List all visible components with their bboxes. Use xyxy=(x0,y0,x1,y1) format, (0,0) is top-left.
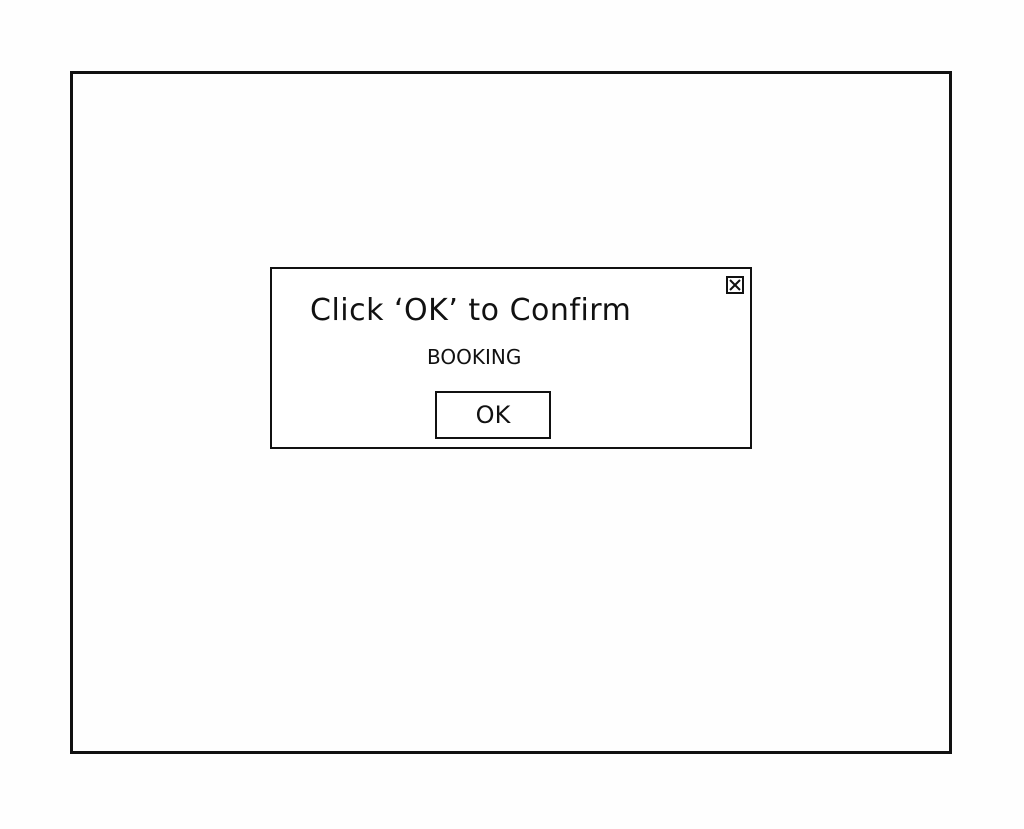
close-button[interactable] xyxy=(726,276,744,294)
ok-button[interactable]: OK xyxy=(435,391,551,439)
confirm-dialog: Click ‘OK’ to Confirm Booking OK xyxy=(270,267,752,449)
dialog-message-subtext: Booking xyxy=(427,345,522,369)
close-icon xyxy=(729,279,741,291)
sketch-paper: Click ‘OK’ to Confirm Booking OK xyxy=(0,0,1024,829)
ok-button-label: OK xyxy=(475,401,511,429)
dialog-message: Click ‘OK’ to Confirm xyxy=(310,293,632,328)
